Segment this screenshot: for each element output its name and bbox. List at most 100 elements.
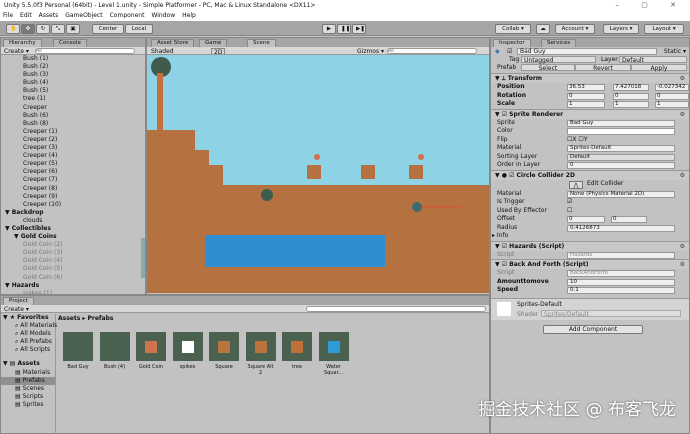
shading-dropdown[interactable]: Shaded bbox=[151, 48, 174, 55]
tab-inspector[interactable]: Inspector bbox=[493, 39, 531, 47]
hierarchy-item[interactable]: Creeper (3) bbox=[1, 144, 145, 152]
prefab-asset[interactable]: Water Squar... bbox=[318, 332, 349, 376]
scale-x[interactable]: 1 bbox=[567, 101, 605, 108]
pivot-local-button[interactable]: Local bbox=[125, 24, 153, 34]
menu-gameobject[interactable]: GameObject bbox=[65, 12, 102, 19]
hand-tool-icon[interactable]: ✋ bbox=[6, 24, 20, 34]
scale-y[interactable]: 1 bbox=[613, 101, 649, 108]
hierarchy-item[interactable]: Creeper (10) bbox=[1, 201, 145, 209]
sorting-layer-dropdown[interactable]: Default bbox=[567, 153, 675, 161]
scale-z[interactable]: 1 bbox=[655, 101, 689, 108]
hierarchy-item[interactable]: ▼ Gold Coins bbox=[1, 233, 145, 241]
position-x[interactable]: 36.53 bbox=[567, 84, 605, 91]
window-controls[interactable]: – ▢ ✕ bbox=[616, 1, 686, 9]
layers-dropdown[interactable]: Layers ▾ bbox=[603, 24, 639, 34]
hierarchy-item[interactable]: clouds bbox=[1, 217, 145, 225]
play-button[interactable]: ▶ bbox=[322, 24, 336, 34]
speed-field[interactable]: 0.1 bbox=[567, 287, 675, 294]
tab-hierarchy[interactable]: Hierarchy bbox=[3, 39, 42, 47]
rotation-x[interactable]: 0 bbox=[567, 92, 605, 100]
info-foldout[interactable]: ▸ Info bbox=[492, 232, 508, 241]
transform-header[interactable]: ▼ ⟂ Transform ⚙ bbox=[491, 73, 689, 83]
hierarchy-item[interactable]: Bush (4) bbox=[1, 79, 145, 87]
collab-button[interactable]: Collab ▾ bbox=[495, 24, 531, 34]
tab-project[interactable]: Project bbox=[3, 297, 34, 305]
pause-button[interactable]: ❚❚ bbox=[337, 24, 351, 34]
back-forth-script-header[interactable]: ▼ ☑ Back And Forth (Script) ⚙ bbox=[491, 259, 689, 269]
hierarchy-item[interactable]: Bush (5) bbox=[1, 87, 145, 95]
hierarchy-item[interactable]: Bush (6) bbox=[1, 112, 145, 120]
menu-file[interactable]: File bbox=[3, 12, 13, 19]
hierarchy-item[interactable]: Gold Coin (5) bbox=[1, 265, 145, 273]
prefab-select-button[interactable]: Select bbox=[521, 64, 575, 72]
favorites-item[interactable]: ⌕ All Materials bbox=[1, 322, 57, 330]
tag-dropdown[interactable]: Untagged bbox=[521, 56, 596, 64]
hierarchy-item[interactable]: ▼ Collectibles bbox=[1, 225, 145, 233]
circle-collider-header[interactable]: ▼ ● ☑ Circle Collider 2D ⚙ bbox=[491, 169, 689, 180]
prefab-asset[interactable]: Gold Coin bbox=[136, 332, 166, 370]
prefab-asset[interactable]: spikes bbox=[172, 332, 203, 370]
hierarchy-item[interactable]: ▼ Backdrop bbox=[1, 209, 145, 217]
tab-scene[interactable]: Scene bbox=[247, 39, 276, 47]
prefab-asset[interactable]: Square Alt 2 bbox=[245, 332, 276, 376]
assets-subfolder[interactable]: ▤ Scripts bbox=[1, 393, 55, 401]
hierarchy-search-input[interactable] bbox=[35, 48, 135, 54]
scale-tool-icon[interactable]: ⤡ bbox=[51, 24, 65, 34]
assets-folder[interactable]: ▼ ▤ Assets bbox=[1, 360, 55, 368]
favorites-folder[interactable]: ▼ ★ Favorites bbox=[1, 314, 55, 322]
position-y[interactable]: 7.427018 bbox=[613, 84, 649, 91]
layout-dropdown[interactable]: Layout ▾ bbox=[644, 24, 684, 34]
hierarchy-item[interactable]: Creeper (7) bbox=[1, 176, 145, 184]
hierarchy-item[interactable]: Creeper (2) bbox=[1, 136, 145, 144]
hierarchy-item[interactable]: Bush (8) bbox=[1, 120, 145, 128]
layer-dropdown[interactable]: Default bbox=[619, 56, 687, 64]
hierarchy-item[interactable]: Creeper bbox=[1, 104, 145, 112]
add-component-button[interactable]: Add Component bbox=[543, 324, 643, 334]
assets-subfolder[interactable]: ▤ Materials bbox=[1, 369, 55, 377]
position-z[interactable]: -0.027342 bbox=[655, 84, 689, 91]
assets-subfolder[interactable]: ▤ Sprites bbox=[1, 401, 55, 409]
rotation-z[interactable]: 0 bbox=[655, 92, 689, 100]
hierarchy-item[interactable]: Creeper (6) bbox=[1, 168, 145, 176]
create-dropdown[interactable]: Create ▾ bbox=[4, 48, 29, 55]
project-create-dropdown[interactable]: Create ▾ bbox=[4, 306, 29, 313]
hierarchy-item[interactable]: Creeper (4) bbox=[1, 152, 145, 160]
prefab-apply-button[interactable]: Apply bbox=[631, 64, 687, 72]
scene-search-input[interactable] bbox=[387, 48, 477, 54]
menu-assets[interactable]: Assets bbox=[39, 12, 59, 19]
color-field[interactable] bbox=[567, 128, 675, 135]
prefab-asset[interactable]: Bush (4) bbox=[99, 332, 130, 370]
move-tool-icon[interactable]: ✥ bbox=[21, 24, 35, 34]
scene-view[interactable] bbox=[147, 55, 489, 293]
flip-x-checkbox[interactable]: ☐X ☐Y bbox=[567, 136, 587, 145]
shader-dropdown[interactable]: Sprites/Default bbox=[541, 309, 681, 318]
step-button[interactable]: ▶❚ bbox=[352, 24, 366, 34]
amount-field[interactable]: 10 bbox=[567, 278, 675, 286]
tab-services[interactable]: Services bbox=[541, 39, 577, 47]
account-dropdown[interactable]: Account ▾ bbox=[555, 24, 595, 34]
hierarchy-item[interactable]: tree (1) bbox=[1, 95, 145, 103]
active-checkbox[interactable]: ☑ bbox=[507, 48, 512, 55]
rotate-tool-icon[interactable]: ↻ bbox=[36, 24, 50, 34]
tab-asset-store[interactable]: Asset Store bbox=[151, 39, 195, 47]
favorites-item[interactable]: ⌕ All Scripts bbox=[1, 346, 55, 354]
offset-y[interactable]: 0 bbox=[611, 216, 647, 223]
prefab-asset[interactable]: Bad Guy bbox=[63, 332, 93, 370]
hazards-script-header[interactable]: ▼ ☑ Hazards (Script) ⚙ bbox=[491, 240, 689, 251]
menu-component[interactable]: Component bbox=[110, 12, 145, 19]
hierarchy-item[interactable]: Gold Coin (3) bbox=[1, 249, 145, 257]
edit-collider-icon[interactable]: ⋀ bbox=[569, 180, 583, 189]
gizmos-dropdown[interactable]: Gizmos ▾ bbox=[357, 48, 384, 55]
hierarchy-item[interactable]: Creeper (8) bbox=[1, 185, 145, 193]
rotation-y[interactable]: 0 bbox=[613, 92, 649, 100]
hierarchy-item[interactable]: Gold Coin (2) bbox=[1, 241, 145, 249]
menu-help[interactable]: Help bbox=[182, 12, 196, 19]
sprite-field[interactable]: Bad Guy bbox=[567, 119, 675, 127]
is-trigger-checkbox[interactable]: ☑ bbox=[567, 198, 572, 207]
order-field[interactable]: 0 bbox=[567, 162, 675, 169]
hierarchy-item[interactable]: Bush (3) bbox=[1, 71, 145, 79]
material-field[interactable]: Sprites-Default bbox=[567, 145, 675, 152]
used-by-effector-checkbox[interactable]: ☐ bbox=[567, 207, 572, 216]
prefab-asset[interactable]: Square bbox=[209, 332, 239, 370]
hierarchy-scrollbar[interactable] bbox=[141, 238, 145, 278]
